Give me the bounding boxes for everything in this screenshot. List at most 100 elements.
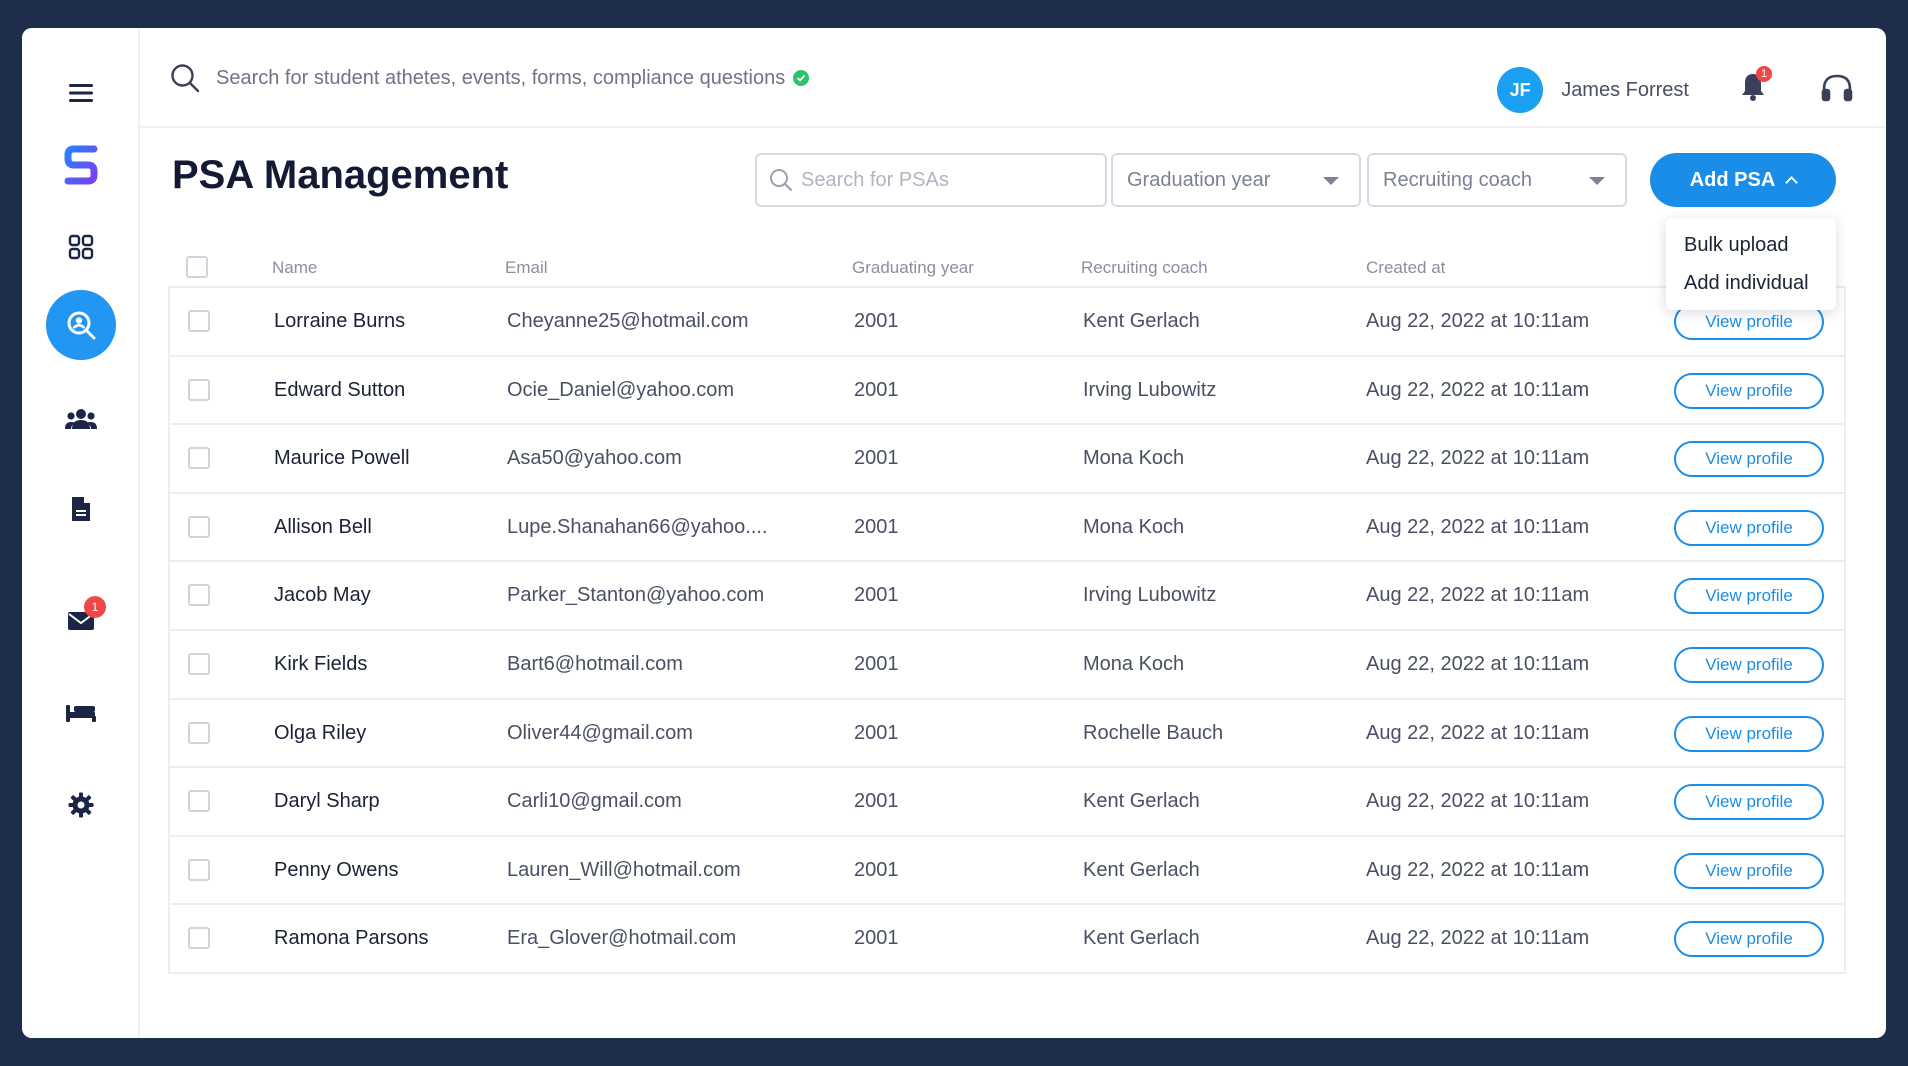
view-profile-button[interactable]: View profile xyxy=(1674,578,1824,615)
row-checkbox[interactable] xyxy=(188,858,210,881)
psa-table: Name Email Graduating year Recruiting co… xyxy=(168,246,1846,986)
view-profile-button[interactable]: View profile xyxy=(1674,715,1824,752)
avatar: JF xyxy=(1497,67,1544,113)
column-header-created-at[interactable]: Created at xyxy=(1366,258,1445,278)
view-profile-button[interactable]: View profile xyxy=(1674,372,1824,409)
psa-created-at: Aug 22, 2022 at 10:11am xyxy=(1366,515,1590,538)
column-header-name[interactable]: Name xyxy=(272,258,317,278)
view-profile-button[interactable]: View profile xyxy=(1674,441,1824,478)
psa-name: Allison Bell xyxy=(274,515,372,538)
psa-search-field[interactable] xyxy=(755,153,1107,207)
psa-recruiting-coach: Irving Lubowitz xyxy=(1083,584,1217,607)
psa-recruiting-coach: Mona Koch xyxy=(1083,447,1185,470)
bulk-upload-option[interactable]: Bulk upload xyxy=(1666,226,1836,264)
bed-icon[interactable] xyxy=(46,678,116,748)
recruiting-coach-select[interactable]: Recruiting coach xyxy=(1367,153,1627,207)
global-search[interactable]: Search for student athetes, events, form… xyxy=(170,60,810,96)
psa-name: Maurice Powell xyxy=(274,447,410,470)
dashboard-grid-icon[interactable] xyxy=(46,212,116,282)
table-header: Name Email Graduating year Recruiting co… xyxy=(168,246,1846,288)
select-all-checkbox[interactable] xyxy=(186,256,208,278)
document-icon[interactable] xyxy=(46,474,116,544)
row-checkbox[interactable] xyxy=(188,721,210,744)
table-row: Penny Owens Lauren_Will@hotmail.com 2001… xyxy=(170,837,1844,906)
chevron-down-icon xyxy=(1323,177,1339,185)
row-checkbox[interactable] xyxy=(188,447,210,470)
graduation-year-select-label: Graduation year xyxy=(1127,168,1271,191)
row-checkbox[interactable] xyxy=(188,584,210,607)
row-checkbox[interactable] xyxy=(188,652,210,675)
row-checkbox[interactable] xyxy=(188,515,210,538)
psa-created-at: Aug 22, 2022 at 10:11am xyxy=(1366,447,1590,470)
psa-search-nav-icon[interactable] xyxy=(46,290,116,360)
view-profile-button[interactable]: View profile xyxy=(1674,921,1824,958)
row-checkbox[interactable] xyxy=(188,927,210,950)
table-row: Lorraine Burns Cheyanne25@hotmail.com 20… xyxy=(170,288,1844,357)
row-checkbox[interactable] xyxy=(188,790,210,813)
verified-check-icon xyxy=(793,70,810,86)
psa-name: Penny Owens xyxy=(274,858,399,881)
psa-recruiting-coach: Mona Koch xyxy=(1083,652,1185,675)
psa-graduating-year: 2001 xyxy=(854,584,899,607)
app-logo-icon[interactable] xyxy=(46,130,116,200)
psa-graduating-year: 2001 xyxy=(854,378,899,401)
top-bar: Search for student athetes, events, form… xyxy=(140,28,1886,128)
psa-search-input[interactable] xyxy=(801,168,1091,192)
psa-name: Lorraine Burns xyxy=(274,310,406,332)
support-headset-icon[interactable] xyxy=(1820,72,1856,108)
app-window: 1 Search for student athetes, events, fo… xyxy=(22,28,1886,1038)
menu-icon[interactable] xyxy=(46,58,116,128)
team-icon[interactable] xyxy=(46,384,116,454)
view-profile-button[interactable]: View profile xyxy=(1674,852,1824,889)
psa-created-at: Aug 22, 2022 at 10:11am xyxy=(1366,927,1590,950)
psa-graduating-year: 2001 xyxy=(854,447,899,470)
psa-email: Oliver44@gmail.com xyxy=(507,721,693,744)
recruiting-coach-select-label: Recruiting coach xyxy=(1383,168,1532,191)
mail-badge: 1 xyxy=(84,596,106,618)
psa-name: Olga Riley xyxy=(274,721,367,744)
settings-icon[interactable] xyxy=(46,770,116,840)
psa-name: Kirk Fields xyxy=(274,652,368,675)
global-search-placeholder: Search for student athetes, events, form… xyxy=(216,66,786,89)
notification-bell-icon[interactable]: 1 xyxy=(1736,66,1776,110)
psa-email: Parker_Stanton@yahoo.com xyxy=(507,584,765,607)
view-profile-button[interactable]: View profile xyxy=(1674,784,1824,821)
table-row: Allison Bell Lupe.Shanahan66@yahoo.... 2… xyxy=(170,494,1844,563)
view-profile-button[interactable]: View profile xyxy=(1674,646,1824,683)
search-icon xyxy=(770,169,792,191)
psa-recruiting-coach: Kent Gerlach xyxy=(1083,858,1200,881)
column-header-recruiting-coach[interactable]: Recruiting coach xyxy=(1081,258,1208,278)
psa-created-at: Aug 22, 2022 at 10:11am xyxy=(1366,378,1590,401)
add-psa-button[interactable]: Add PSA xyxy=(1650,153,1836,207)
psa-created-at: Aug 22, 2022 at 10:11am xyxy=(1366,790,1590,813)
chevron-down-icon xyxy=(1589,177,1605,185)
add-psa-dropdown: Bulk upload Add individual xyxy=(1666,218,1836,310)
sidebar: 1 xyxy=(22,28,140,1038)
column-header-email[interactable]: Email xyxy=(505,258,548,278)
add-individual-option[interactable]: Add individual xyxy=(1666,264,1836,302)
psa-email: Bart6@hotmail.com xyxy=(507,652,683,675)
psa-recruiting-coach: Kent Gerlach xyxy=(1083,310,1200,332)
psa-created-at: Aug 22, 2022 at 10:11am xyxy=(1366,310,1590,332)
row-checkbox[interactable] xyxy=(188,378,210,401)
psa-graduating-year: 2001 xyxy=(854,927,899,950)
column-header-graduating-year[interactable]: Graduating year xyxy=(852,258,974,278)
psa-created-at: Aug 22, 2022 at 10:11am xyxy=(1366,858,1590,881)
graduation-year-select[interactable]: Graduation year xyxy=(1111,153,1361,207)
psa-graduating-year: 2001 xyxy=(854,515,899,538)
row-checkbox[interactable] xyxy=(188,310,210,332)
psa-email: Asa50@yahoo.com xyxy=(507,447,682,470)
table-row: Daryl Sharp Carli10@gmail.com 2001 Kent … xyxy=(170,768,1844,837)
view-profile-button[interactable]: View profile xyxy=(1674,509,1824,546)
psa-email: Carli10@gmail.com xyxy=(507,790,682,813)
psa-recruiting-coach: Irving Lubowitz xyxy=(1083,378,1217,401)
table-row: Ramona Parsons Era_Glover@hotmail.com 20… xyxy=(170,905,1844,974)
psa-graduating-year: 2001 xyxy=(854,652,899,675)
psa-created-at: Aug 22, 2022 at 10:11am xyxy=(1366,721,1590,744)
psa-email: Lupe.Shanahan66@yahoo.... xyxy=(507,515,768,538)
user-menu[interactable]: JF James Forrest xyxy=(1497,67,1689,113)
psa-name: Edward Sutton xyxy=(274,378,406,401)
psa-recruiting-coach: Kent Gerlach xyxy=(1083,790,1200,813)
mail-icon[interactable]: 1 xyxy=(46,586,116,656)
psa-name: Daryl Sharp xyxy=(274,790,380,813)
